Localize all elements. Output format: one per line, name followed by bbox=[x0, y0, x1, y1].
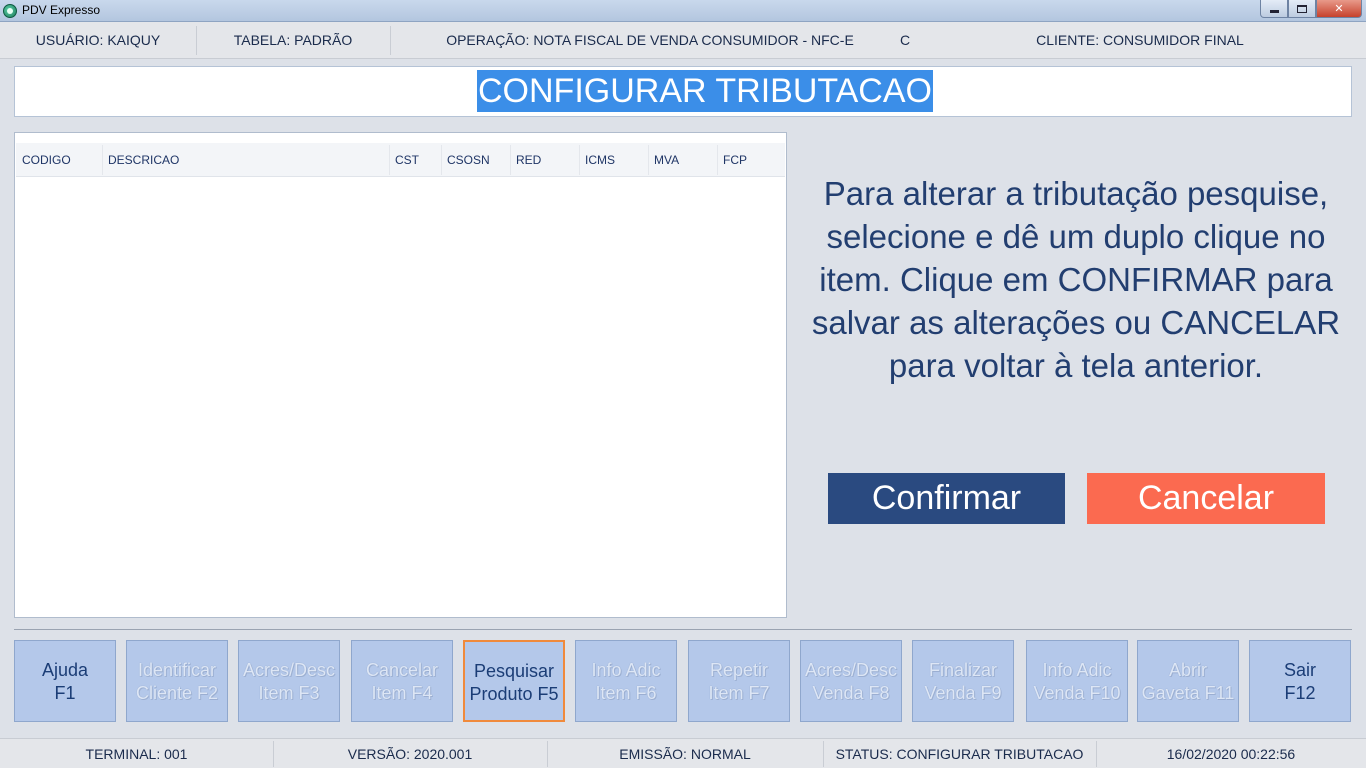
fkey-label: Info Adic bbox=[591, 660, 661, 680]
fkey-shortcut: Venda F10 bbox=[1033, 683, 1121, 703]
terminal-status: TERMINAL: 001 bbox=[85, 746, 188, 762]
maximize-button[interactable] bbox=[1288, 0, 1316, 18]
maximize-icon bbox=[1297, 4, 1307, 13]
column-header-mva[interactable]: MVA bbox=[648, 143, 717, 177]
fkey-shortcut: Item F4 bbox=[371, 683, 433, 703]
user-info: USUÁRIO: KAIQUY bbox=[35, 32, 161, 48]
fkey-shortcut: Venda F8 bbox=[812, 683, 890, 703]
divider bbox=[390, 26, 391, 55]
repeat-item-button[interactable]: Repetir Item F7 bbox=[688, 640, 790, 722]
fkey-label: Acres/Desc bbox=[242, 660, 336, 680]
item-info-button[interactable]: Info Adic Item F6 bbox=[575, 640, 677, 722]
app-icon bbox=[3, 4, 17, 18]
minimize-icon bbox=[1269, 10, 1279, 13]
column-header-cst[interactable]: CST bbox=[389, 143, 441, 177]
fkey-label: Cancelar bbox=[365, 660, 439, 680]
fkey-label: Finalizar bbox=[928, 660, 998, 680]
section-divider bbox=[14, 629, 1352, 630]
close-icon: ✕ bbox=[1334, 2, 1344, 15]
column-header-csosn[interactable]: CSOSN bbox=[441, 143, 510, 177]
close-button[interactable]: ✕ bbox=[1316, 0, 1362, 18]
search-product-button[interactable]: Pesquisar Produto F5 bbox=[463, 640, 565, 722]
confirm-button[interactable]: Confirmar bbox=[828, 473, 1065, 524]
function-key-bar: Ajuda F1 Identificar Cliente F2 Acres/Desc… bbox=[14, 640, 1352, 722]
fkey-label: Repetir bbox=[709, 660, 769, 680]
info-bar: USUÁRIO: KAIQUY TABELA: PADRÃO OPERAÇÃO:… bbox=[0, 22, 1366, 59]
sale-info-button[interactable]: Info Adic Venda F10 bbox=[1026, 640, 1128, 722]
fkey-label: Abrir bbox=[1168, 660, 1207, 680]
operation-info: OPERAÇÃO: NOTA FISCAL DE VENDA CONSUMIDO… bbox=[446, 32, 854, 48]
fkey-shortcut: F12 bbox=[1284, 683, 1316, 703]
column-header-fcp[interactable]: FCP bbox=[717, 143, 785, 177]
fkey-shortcut: F1 bbox=[54, 683, 76, 703]
cancel-item-button[interactable]: Cancelar Item F4 bbox=[351, 640, 453, 722]
finish-sale-button[interactable]: Finalizar Venda F9 bbox=[912, 640, 1014, 722]
operation-status: STATUS: CONFIGURAR TRIBUTACAO bbox=[835, 746, 1084, 762]
table-info: TABELA: PADRÃO bbox=[233, 32, 353, 48]
client-info: CLIENTE: CONSUMIDOR FINAL bbox=[1036, 32, 1244, 48]
item-discount-button[interactable]: Acres/Desc Item F3 bbox=[238, 640, 340, 722]
header-panel: CONFIGURAR TRIBUTACAO bbox=[14, 66, 1352, 117]
page-title: CONFIGURAR TRIBUTACAO bbox=[477, 70, 933, 112]
cancel-button[interactable]: Cancelar bbox=[1087, 473, 1325, 524]
identify-client-button[interactable]: Identificar Cliente F2 bbox=[126, 640, 228, 722]
fkey-label: Sair bbox=[1283, 660, 1316, 680]
fkey-shortcut: Item F6 bbox=[595, 683, 657, 703]
column-header-red[interactable]: RED bbox=[510, 143, 579, 177]
fkey-label: Info Adic bbox=[1042, 660, 1112, 680]
fkey-label: Identificar bbox=[137, 660, 217, 680]
fkey-shortcut: Item F3 bbox=[258, 683, 320, 703]
column-header-codigo[interactable]: CODIGO bbox=[16, 143, 102, 177]
exit-button[interactable]: Sair F12 bbox=[1249, 640, 1351, 722]
fkey-shortcut: Item F7 bbox=[708, 683, 770, 703]
fkey-label: Ajuda bbox=[41, 660, 89, 680]
help-button[interactable]: Ajuda F1 bbox=[14, 640, 116, 722]
emission-status: EMISSÃO: NORMAL bbox=[619, 746, 751, 762]
window-title: PDV Expresso bbox=[22, 3, 101, 17]
version-status: VERSÃO: 2020.001 bbox=[347, 746, 473, 762]
fkey-shortcut: Gaveta F11 bbox=[1141, 683, 1235, 703]
window-controls: ✕ bbox=[1260, 0, 1362, 18]
table-header: CODIGO DESCRICAO CST CSOSN RED ICMS MVA … bbox=[16, 143, 785, 177]
minimize-button[interactable] bbox=[1260, 0, 1288, 18]
fkey-label: Pesquisar bbox=[473, 661, 555, 681]
column-header-icms[interactable]: ICMS bbox=[579, 143, 648, 177]
operation-info-extra: C bbox=[899, 32, 911, 48]
status-bar: TERMINAL: 001 VERSÃO: 2020.001 EMISSÃO: … bbox=[0, 738, 1366, 768]
column-header-descricao[interactable]: DESCRICAO bbox=[102, 143, 389, 177]
window-titlebar: PDV Expresso ✕ bbox=[0, 0, 1366, 22]
fkey-shortcut: Cliente F2 bbox=[135, 683, 219, 703]
instruction-message: Para alterar a tributação pesquise, sele… bbox=[811, 175, 1341, 384]
open-drawer-button[interactable]: Abrir Gaveta F11 bbox=[1137, 640, 1239, 722]
fkey-label: Acres/Desc bbox=[804, 660, 898, 680]
tax-table[interactable]: CODIGO DESCRICAO CST CSOSN RED ICMS MVA … bbox=[14, 132, 787, 618]
fkey-shortcut: Venda F9 bbox=[924, 683, 1002, 703]
fkey-shortcut: Produto F5 bbox=[469, 684, 559, 704]
sale-discount-button[interactable]: Acres/Desc Venda F8 bbox=[800, 640, 902, 722]
datetime-status: 16/02/2020 00:22:56 bbox=[1166, 746, 1296, 762]
